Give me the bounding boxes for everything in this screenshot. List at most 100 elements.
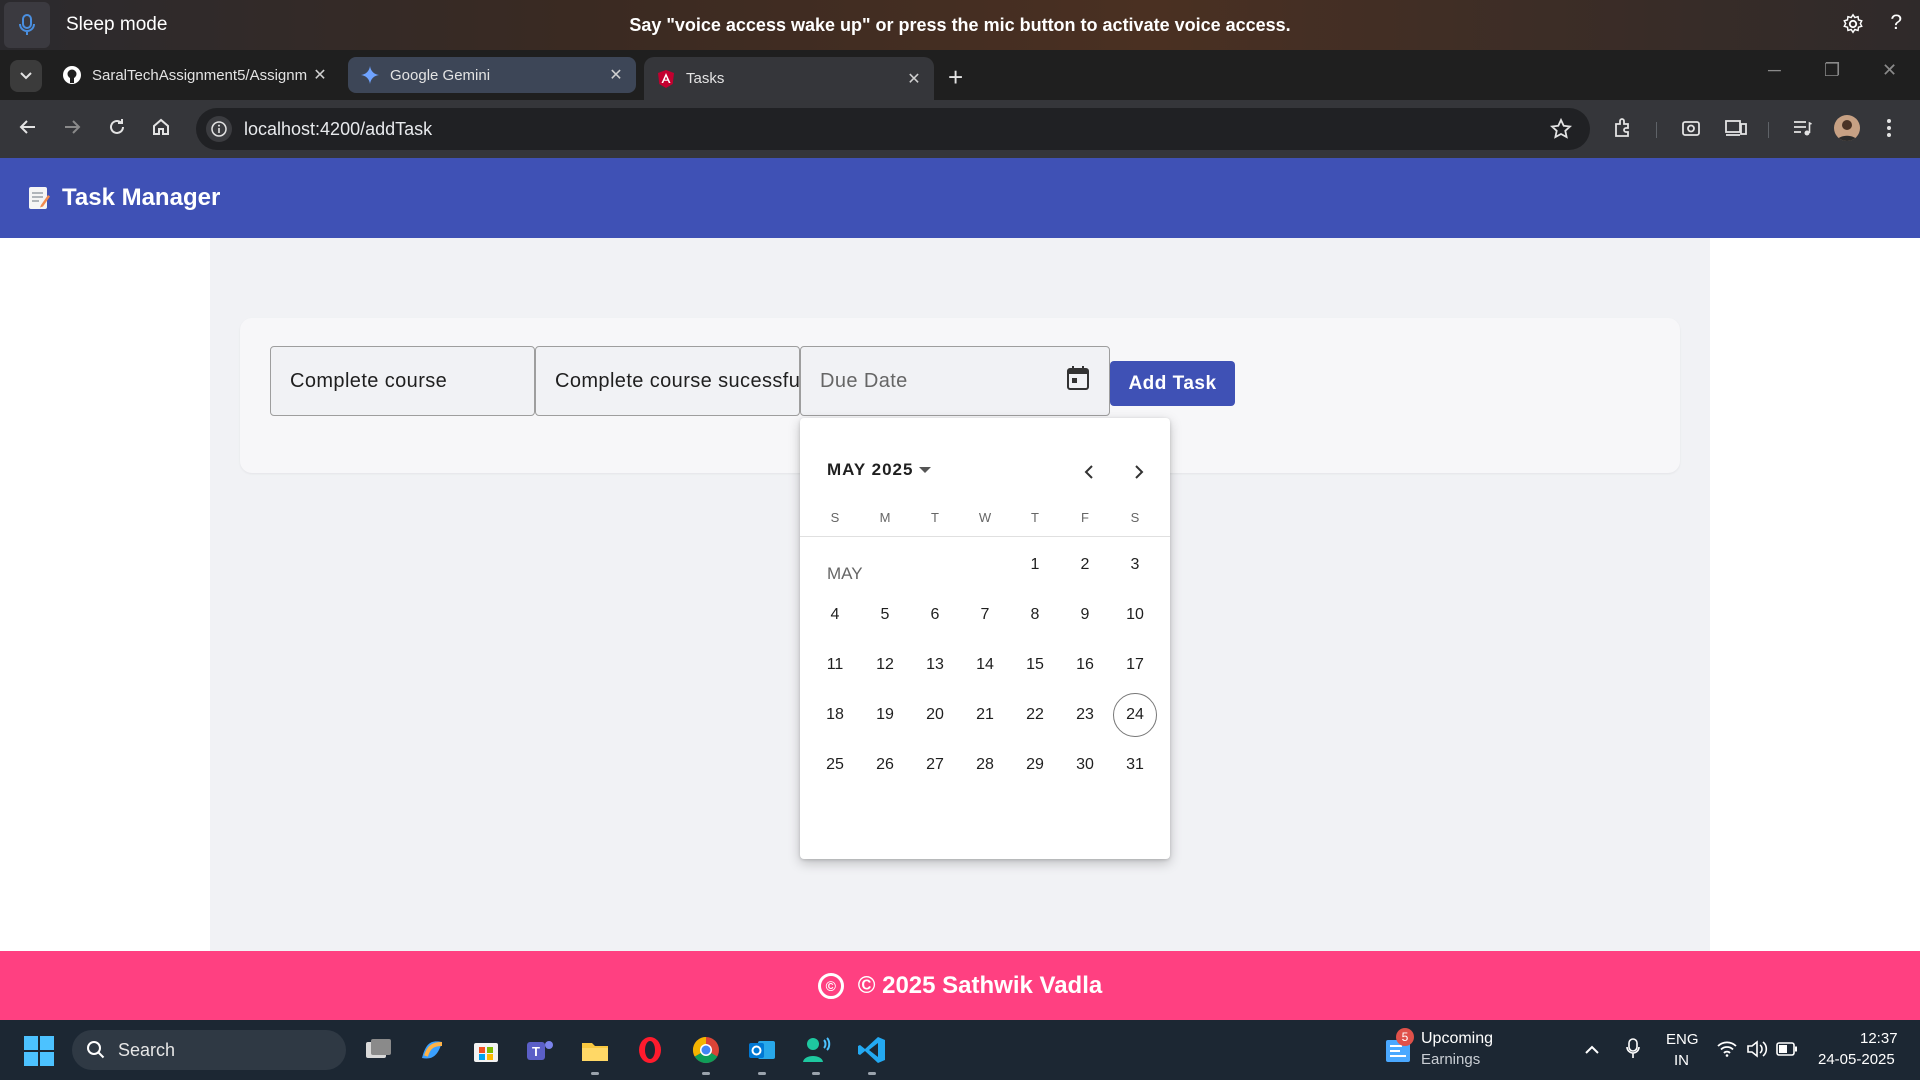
add-task-button[interactable]: Add Task <box>1110 361 1235 406</box>
gear-icon[interactable] <box>1842 13 1864 40</box>
calendar-day[interactable]: 19 <box>863 693 907 737</box>
opera-icon[interactable] <box>634 1034 666 1066</box>
microphone-icon <box>19 14 35 35</box>
address-bar[interactable]: localhost:4200/addTask <box>196 108 1590 150</box>
more-menu-icon[interactable] <box>1886 117 1892 144</box>
bookmark-star-icon[interactable] <box>1549 117 1573 145</box>
calendar-day[interactable]: 6 <box>913 593 957 637</box>
microphone-icon[interactable] <box>1626 1038 1640 1065</box>
calendar-day[interactable]: 10 <box>1113 593 1157 637</box>
calendar-day[interactable]: 7 <box>963 593 1007 637</box>
calendar-day[interactable]: 21 <box>963 693 1007 737</box>
calendar-day[interactable]: 27 <box>913 743 957 787</box>
restore-icon[interactable]: ❐ <box>1824 60 1840 81</box>
calendar-icon[interactable] <box>1066 365 1090 397</box>
people-icon[interactable] <box>800 1034 832 1066</box>
calendar-day[interactable]: 16 <box>1063 643 1107 687</box>
extensions-icon[interactable] <box>1612 117 1634 144</box>
chevron-up-icon[interactable] <box>1585 1042 1599 1060</box>
help-button[interactable]: ? <box>1890 11 1902 35</box>
search-label: Search <box>118 1039 176 1060</box>
forward-icon[interactable] <box>62 117 82 142</box>
tab-search-button[interactable] <box>10 60 42 92</box>
minimize-icon[interactable]: ─ <box>1768 60 1781 81</box>
site-info-icon[interactable] <box>206 116 232 142</box>
outlook-icon[interactable] <box>746 1034 778 1066</box>
calendar-day[interactable]: 3 <box>1113 543 1157 587</box>
calendar-day[interactable]: 8 <box>1013 593 1057 637</box>
calendar-day[interactable]: 20 <box>913 693 957 737</box>
calendar-day[interactable]: 25 <box>813 743 857 787</box>
clock-time[interactable]: 12:37 <box>1860 1030 1898 1047</box>
angular-icon <box>656 69 676 89</box>
new-tab-button[interactable]: + <box>948 62 963 93</box>
calendar-day[interactable]: 23 <box>1063 693 1107 737</box>
calendar-day[interactable]: 14 <box>963 643 1007 687</box>
voice-mic-button[interactable] <box>4 2 50 48</box>
profile-avatar[interactable] <box>1834 115 1860 141</box>
tab-tasks[interactable]: Tasks ✕ <box>644 57 934 100</box>
battery-icon[interactable] <box>1776 1042 1798 1061</box>
calendar-day[interactable]: 30 <box>1063 743 1107 787</box>
file-explorer-icon[interactable] <box>579 1034 611 1066</box>
calendar-day-today[interactable]: 24 <box>1113 693 1157 737</box>
devices-icon[interactable] <box>1724 117 1748 144</box>
calendar-day[interactable]: 31 <box>1113 743 1157 787</box>
due-date-input[interactable]: Due Date <box>800 346 1110 416</box>
tab-gemini[interactable]: Google Gemini ✕ <box>348 57 636 93</box>
reload-icon[interactable] <box>107 117 127 142</box>
close-icon[interactable]: ✕ <box>308 65 332 85</box>
close-icon[interactable]: ✕ <box>604 65 628 85</box>
weekday-header: S <box>830 510 840 525</box>
chrome-icon[interactable] <box>690 1034 722 1066</box>
screenshot-icon[interactable] <box>1680 117 1702 144</box>
task-description-input[interactable]: Complete course sucessfully <box>535 346 800 416</box>
calendar-day[interactable]: 2 <box>1063 543 1107 587</box>
caret-down-icon <box>919 467 932 473</box>
calendar-day[interactable]: 29 <box>1013 743 1057 787</box>
calendar-day[interactable]: 26 <box>863 743 907 787</box>
calendar-day[interactable]: 11 <box>813 643 857 687</box>
next-month-button[interactable] <box>1127 460 1151 484</box>
back-icon[interactable] <box>18 117 38 142</box>
calendar-day[interactable]: 22 <box>1013 693 1057 737</box>
calendar-day[interactable]: 12 <box>863 643 907 687</box>
calendar-day[interactable]: 28 <box>963 743 1007 787</box>
close-icon[interactable]: ✕ <box>902 69 926 89</box>
search-icon <box>87 1041 105 1059</box>
media-control-icon[interactable] <box>1791 117 1813 144</box>
calendar-day[interactable]: 13 <box>913 643 957 687</box>
month-label: MAY <box>827 564 863 583</box>
previous-month-button[interactable] <box>1077 460 1101 484</box>
calendar-divider <box>800 536 1170 537</box>
calendar-day[interactable]: 9 <box>1063 593 1107 637</box>
widget-title[interactable]: Upcoming <box>1421 1030 1493 1048</box>
toolbar-divider <box>1656 122 1657 138</box>
vscode-icon[interactable] <box>856 1034 888 1066</box>
task-view-icon[interactable] <box>362 1034 394 1066</box>
tab-github[interactable]: SaralTechAssignment5/Assignm ✕ <box>50 57 340 93</box>
period-selector[interactable]: MAY 2025 <box>827 460 932 480</box>
app-footer: © © 2025 Sathwik Vadla <box>0 951 1920 1020</box>
language-code[interactable]: ENG <box>1666 1031 1699 1048</box>
calendar-day[interactable]: 1 <box>1013 543 1057 587</box>
store-icon[interactable] <box>470 1034 502 1066</box>
calendar-day[interactable]: 4 <box>813 593 857 637</box>
window-close-icon[interactable]: ✕ <box>1882 60 1897 81</box>
task-title-input[interactable]: Complete course <box>270 346 535 416</box>
wifi-icon[interactable] <box>1717 1041 1737 1062</box>
running-indicator <box>758 1072 766 1075</box>
date-picker-popup: MAY 2025 S M T W T F S MAY 1 2 3 4 5 6 7 8 9 10 11… <box>800 418 1170 859</box>
voice-mode-label: Sleep mode <box>66 14 168 35</box>
app-title: Task Manager <box>62 184 221 211</box>
home-icon[interactable] <box>151 117 171 142</box>
copilot-icon[interactable] <box>416 1034 448 1066</box>
calendar-day[interactable]: 18 <box>813 693 857 737</box>
calendar-day[interactable]: 15 <box>1013 643 1057 687</box>
calendar-day[interactable]: 17 <box>1113 643 1157 687</box>
taskbar-search[interactable]: Search <box>72 1030 346 1070</box>
volume-icon[interactable] <box>1746 1040 1768 1063</box>
windows-start-icon[interactable] <box>24 1036 54 1066</box>
calendar-day[interactable]: 5 <box>863 593 907 637</box>
teams-icon[interactable]: T <box>524 1034 556 1066</box>
